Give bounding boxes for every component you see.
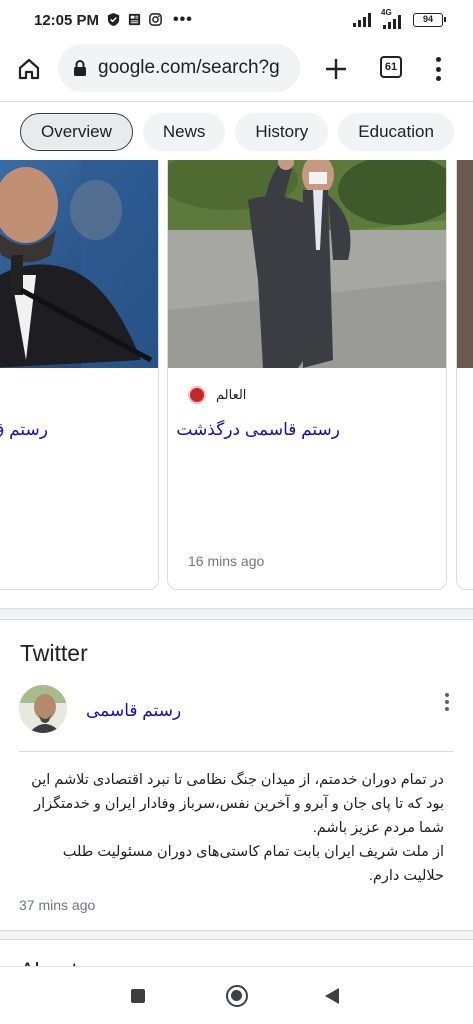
- source-logo-icon: [188, 386, 206, 404]
- news-card-time: 16 mins ago: [188, 553, 265, 569]
- chip-history[interactable]: History: [235, 113, 329, 151]
- tweet-more-options[interactable]: [444, 693, 450, 711]
- section-divider: [0, 608, 473, 620]
- new-tab-button[interactable]: [320, 53, 352, 85]
- system-nav-bar: [0, 966, 473, 1024]
- avatar[interactable]: [19, 685, 67, 733]
- chip-education[interactable]: Education: [338, 113, 454, 151]
- tweet-text: در تمام دوران خدمتم، از میدان جنگ نظامی …: [31, 772, 444, 884]
- news-card[interactable]: [456, 160, 473, 590]
- signal-4g-icon: 4G: [381, 8, 405, 29]
- chip-news[interactable]: News: [142, 113, 226, 151]
- news-card-title[interactable]: رستم ق: [0, 420, 48, 440]
- news-card-title[interactable]: رستم قاسمی درگذشت: [176, 420, 340, 440]
- menu-dot: [435, 66, 441, 72]
- news-icon: [128, 13, 141, 26]
- more-dot: [445, 707, 449, 711]
- home-button[interactable]: [14, 54, 44, 84]
- signal-icon: [353, 13, 371, 27]
- tweet-time: 37 mins ago: [19, 897, 96, 913]
- more-dots-icon: •••: [173, 11, 193, 28]
- status-time: 12:05 PM: [34, 12, 100, 29]
- battery-icon: 94: [413, 13, 446, 27]
- status-bar: 12:05 PM ••• 4G 94: [0, 0, 473, 40]
- search-filter-chips: Overview News History Education: [0, 104, 473, 160]
- menu-dot: [435, 57, 441, 62]
- news-card[interactable]: رستم ق: [0, 160, 159, 590]
- chip-overview[interactable]: Overview: [20, 113, 133, 151]
- news-carousel: رستم ق: [0, 160, 473, 592]
- more-dot: [445, 700, 449, 704]
- more-dot: [445, 693, 449, 697]
- source-name: العالم: [216, 387, 247, 402]
- back-triangle-icon[interactable]: [325, 988, 339, 1004]
- browser-toolbar: google.com/search?g 61: [0, 40, 473, 98]
- news-card-image: [0, 160, 158, 368]
- status-system-icons: 4G 94: [353, 8, 446, 29]
- section-divider: [0, 930, 473, 940]
- home-circle-icon[interactable]: [226, 985, 248, 1007]
- news-card[interactable]: العالم رستم قاسمی درگذشت 16 mins ago: [167, 160, 447, 590]
- address-bar[interactable]: google.com/search?g: [58, 44, 300, 92]
- toolbar-divider: [0, 101, 473, 102]
- home-icon: [18, 58, 40, 80]
- menu-button[interactable]: [430, 54, 446, 84]
- recents-square-icon[interactable]: [131, 989, 145, 1003]
- news-card-image: [168, 160, 446, 368]
- twitter-user-name[interactable]: رستم قاسمی: [86, 701, 181, 721]
- twitter-heading: Twitter: [20, 640, 88, 666]
- menu-dot: [435, 76, 441, 81]
- tweet-divider: [19, 751, 454, 752]
- lock-icon: [74, 60, 86, 76]
- tabs-button[interactable]: 61: [380, 56, 402, 78]
- plus-icon: [326, 59, 346, 79]
- news-card-image: [457, 160, 473, 368]
- instagram-icon: [149, 13, 162, 26]
- news-source: العالم: [188, 386, 246, 404]
- url-text: google.com/search?g: [98, 57, 280, 78]
- status-notification-icons: •••: [106, 11, 193, 28]
- shield-icon: [107, 12, 120, 27]
